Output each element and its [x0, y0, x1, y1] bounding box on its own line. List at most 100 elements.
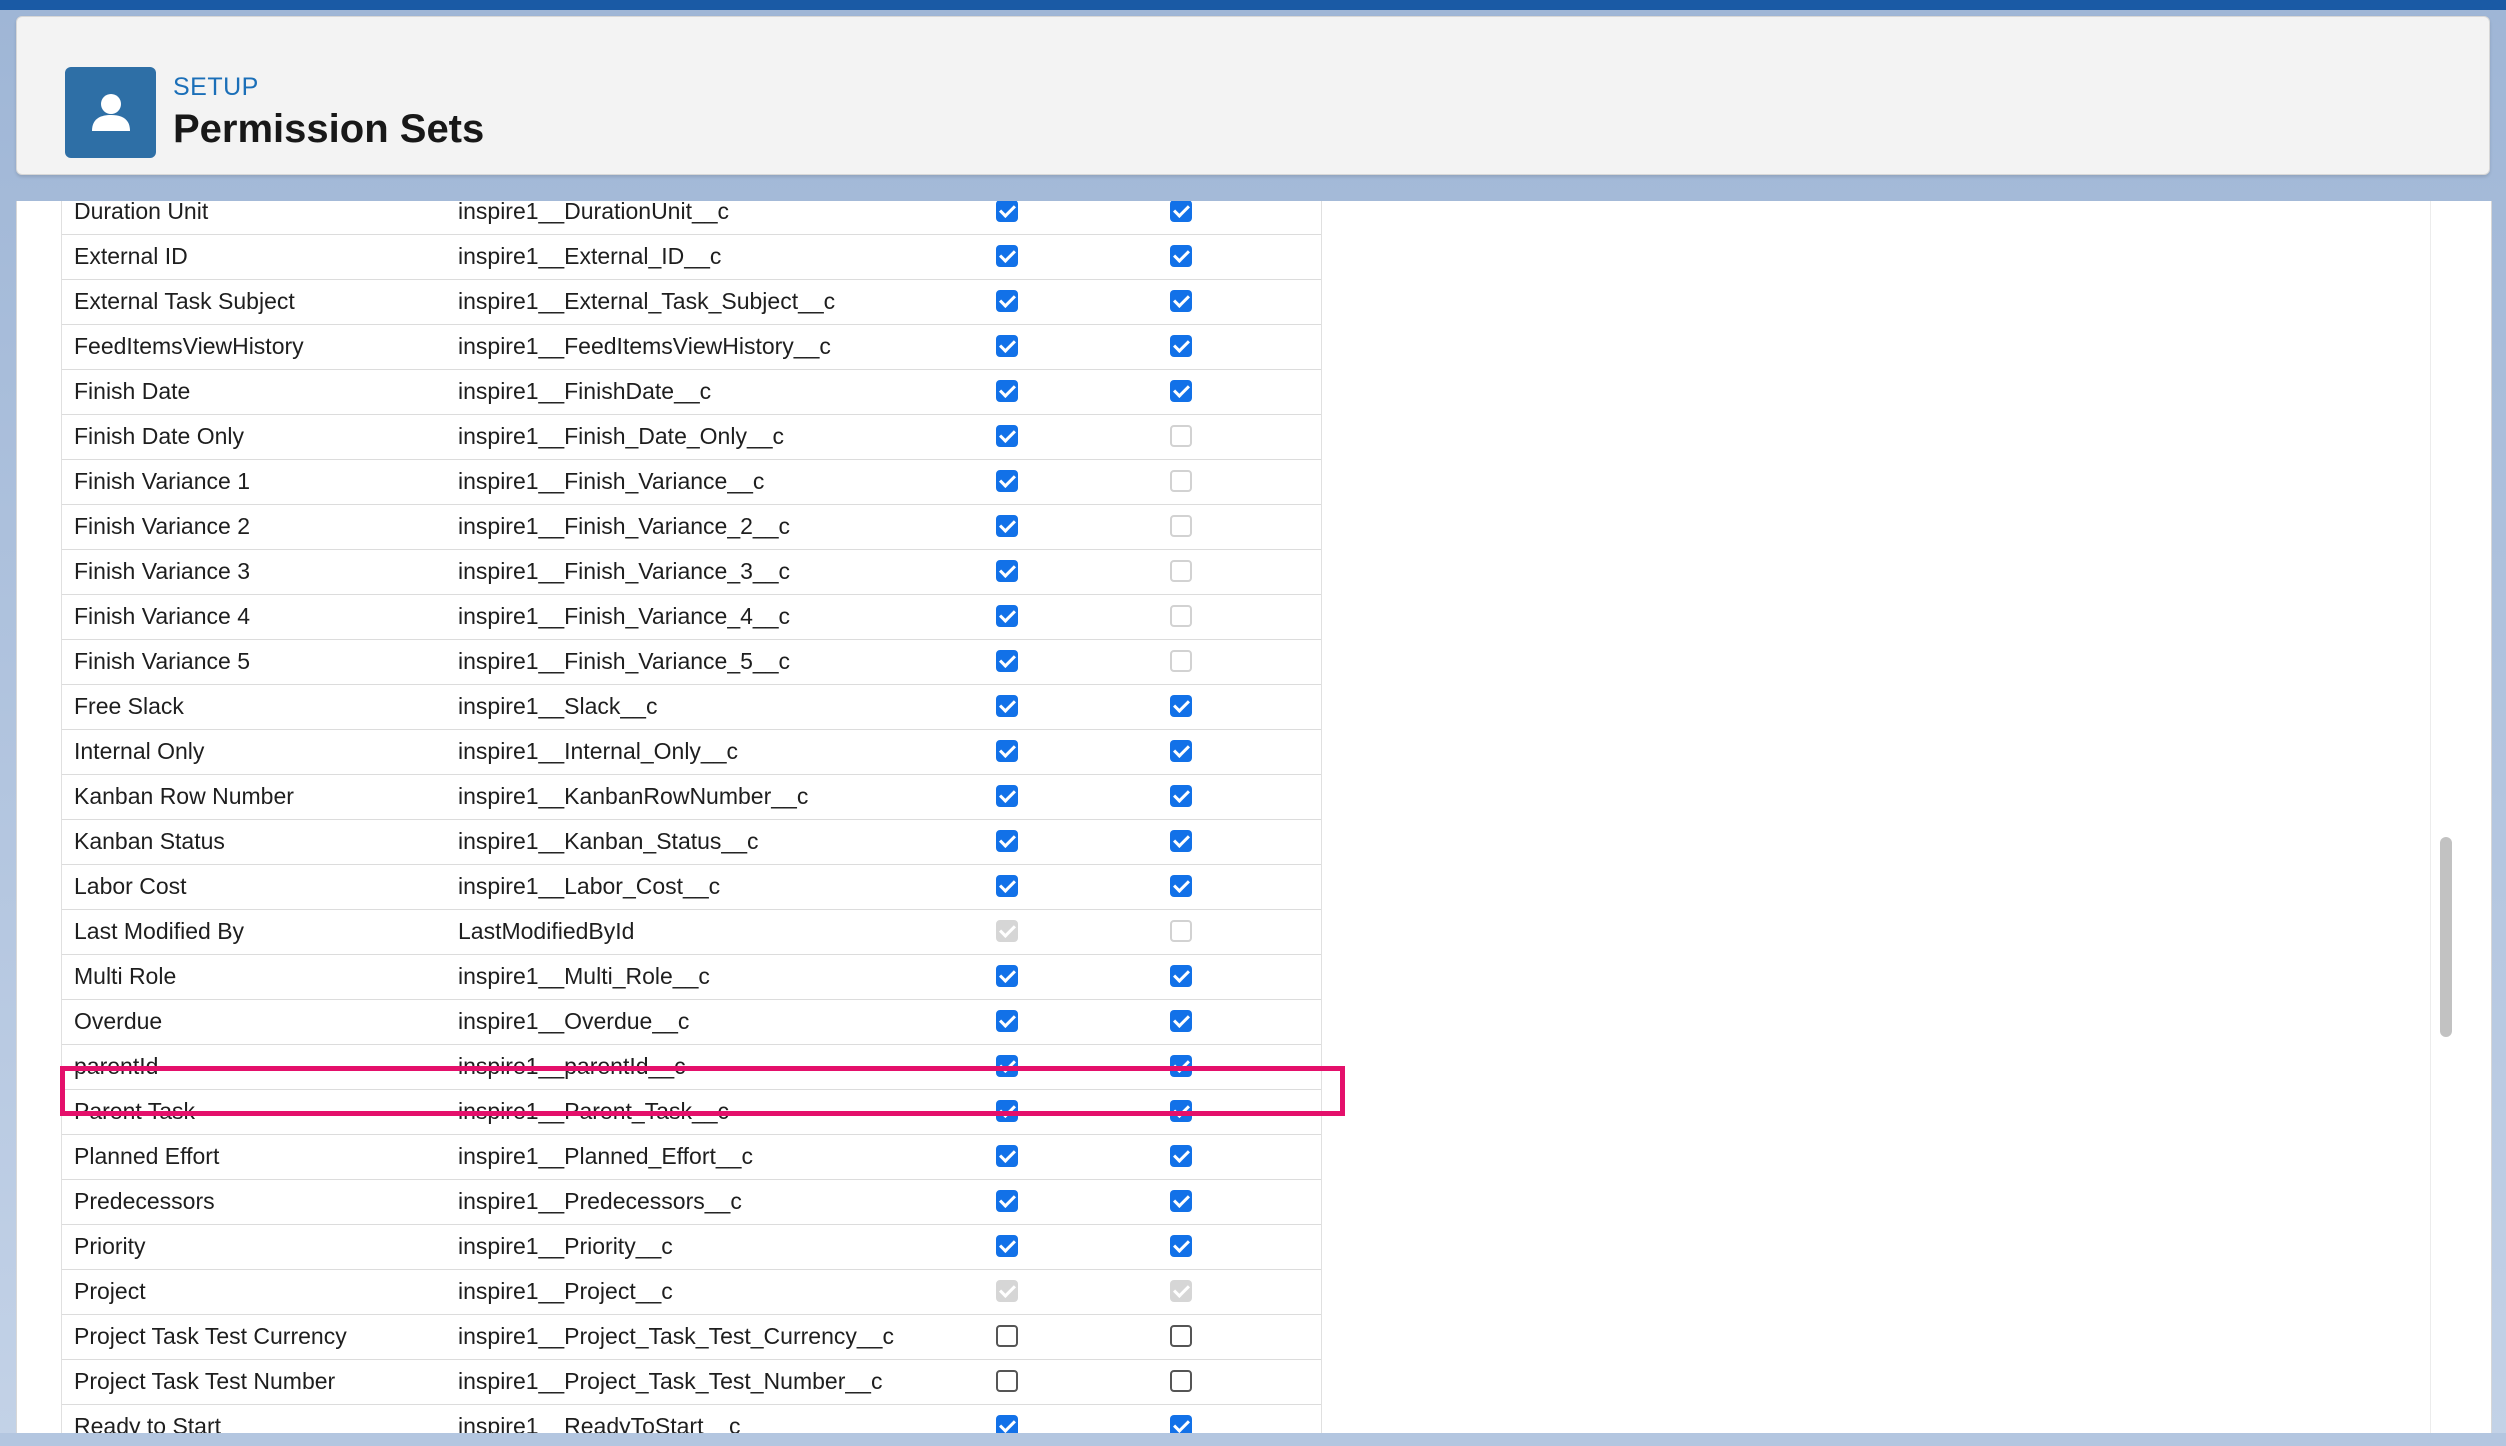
read-access-checkbox[interactable] — [996, 380, 1018, 402]
api-name: inspire1__Finish_Variance__c — [458, 468, 765, 494]
field-label: Overdue — [74, 1008, 163, 1034]
read-access-checkbox[interactable] — [996, 1145, 1018, 1167]
read-access-checkbox — [996, 920, 1018, 942]
edit-access-checkbox[interactable] — [1170, 1325, 1192, 1347]
table-row: Kanban Row Number inspire1__KanbanRowNumb… — [62, 775, 1321, 820]
read-access-checkbox[interactable] — [996, 335, 1018, 357]
read-access-checkbox[interactable] — [996, 1100, 1018, 1122]
table-row: Overdue inspire1__Overdue__c — [62, 1000, 1321, 1045]
field-label: Priority — [74, 1233, 146, 1259]
read-access-checkbox[interactable] — [996, 1055, 1018, 1077]
edit-access-checkbox[interactable] — [1170, 605, 1192, 627]
read-access-checkbox[interactable] — [996, 965, 1018, 987]
read-access-checkbox[interactable] — [996, 785, 1018, 807]
edit-access-checkbox[interactable] — [1170, 1370, 1192, 1392]
read-access-checkbox[interactable] — [996, 875, 1018, 897]
edit-access-checkbox[interactable] — [1170, 875, 1192, 897]
field-label: Labor Cost — [74, 873, 187, 899]
read-access-checkbox[interactable] — [996, 290, 1018, 312]
read-access-checkbox[interactable] — [996, 515, 1018, 537]
read-access-checkbox[interactable] — [996, 201, 1018, 222]
edit-access-checkbox[interactable] — [1170, 1415, 1192, 1433]
edit-access-checkbox[interactable] — [1170, 1190, 1192, 1212]
edit-access-checkbox[interactable] — [1170, 1235, 1192, 1257]
table-row: Internal Only inspire1__Internal_Only__c — [62, 730, 1321, 775]
api-name: inspire1__Planned_Effort__c — [458, 1143, 753, 1169]
field-label: Finish Variance 3 — [74, 558, 250, 584]
api-name: inspire1__Predecessors__c — [458, 1188, 742, 1214]
edit-access-checkbox[interactable] — [1170, 201, 1192, 222]
read-access-checkbox[interactable] — [996, 1370, 1018, 1392]
field-label: Project — [74, 1278, 146, 1304]
field-label: Finish Variance 1 — [74, 468, 250, 494]
api-name: inspire1__Priority__c — [458, 1233, 673, 1259]
table-row: Finish Variance 5 inspire1__Finish_Varian… — [62, 640, 1321, 685]
field-label: Last Modified By — [74, 918, 245, 944]
edit-access-checkbox[interactable] — [1170, 425, 1192, 447]
edit-access-checkbox[interactable] — [1170, 920, 1192, 942]
api-name: inspire1__Overdue__c — [458, 1008, 690, 1034]
edit-access-checkbox[interactable] — [1170, 335, 1192, 357]
edit-access-checkbox[interactable] — [1170, 380, 1192, 402]
read-access-checkbox[interactable] — [996, 830, 1018, 852]
table-row: Multi Role inspire1__Multi_Role__c — [62, 955, 1321, 1000]
edit-access-checkbox[interactable] — [1170, 965, 1192, 987]
table-row: External ID inspire1__External_ID__c — [62, 235, 1321, 280]
table-row: Ready to Start inspire1__ReadyToStart__c — [62, 1405, 1321, 1433]
field-label: Internal Only — [74, 738, 205, 764]
read-access-checkbox[interactable] — [996, 1325, 1018, 1347]
table-row: FeedItemsViewHistory inspire1__FeedItemsV… — [62, 325, 1321, 370]
edit-access-checkbox[interactable] — [1170, 290, 1192, 312]
table-row: Predecessors inspire1__Predecessors__c — [62, 1180, 1321, 1225]
table-row: Labor Cost inspire1__Labor_Cost__c — [62, 865, 1321, 910]
api-name: inspire1__Finish_Variance_3__c — [458, 558, 791, 584]
edit-access-checkbox[interactable] — [1170, 785, 1192, 807]
api-name: inspire1__Finish_Variance_5__c — [458, 648, 791, 674]
api-name: inspire1__DurationUnit__c — [458, 201, 730, 224]
field-label: Planned Effort — [74, 1143, 220, 1169]
field-label: Finish Date — [74, 378, 191, 404]
edit-access-checkbox[interactable] — [1170, 650, 1192, 672]
read-access-checkbox[interactable] — [996, 1235, 1018, 1257]
edit-access-checkbox[interactable] — [1170, 560, 1192, 582]
setup-label[interactable]: SETUP — [173, 73, 259, 102]
edit-access-checkbox[interactable] — [1170, 830, 1192, 852]
api-name: inspire1__Project_Task_Test_Number__c — [458, 1368, 883, 1394]
api-name: inspire1__Internal_Only__c — [458, 738, 739, 764]
api-name: inspire1__ReadyToStart__c — [458, 1413, 741, 1433]
table-row: Duration Unit inspire1__DurationUnit__c — [62, 201, 1321, 235]
read-access-checkbox[interactable] — [996, 245, 1018, 267]
field-label: Ready to Start — [74, 1413, 222, 1433]
read-access-checkbox[interactable] — [996, 470, 1018, 492]
scroll-thumb[interactable] — [2440, 837, 2452, 1037]
api-name: inspire1__Kanban_Status__c — [458, 828, 759, 854]
edit-access-checkbox[interactable] — [1170, 470, 1192, 492]
page-header: SETUP Permission Sets — [16, 16, 2490, 175]
read-access-checkbox[interactable] — [996, 695, 1018, 717]
table-row: Last Modified By LastModifiedById — [62, 910, 1321, 955]
edit-access-checkbox[interactable] — [1170, 695, 1192, 717]
field-label: Predecessors — [74, 1188, 215, 1214]
read-access-checkbox[interactable] — [996, 740, 1018, 762]
edit-access-checkbox[interactable] — [1170, 1145, 1192, 1167]
vertical-scrollbar[interactable] — [2430, 201, 2461, 1433]
read-access-checkbox[interactable] — [996, 1010, 1018, 1032]
read-access-checkbox[interactable] — [996, 605, 1018, 627]
edit-access-checkbox[interactable] — [1170, 1010, 1192, 1032]
read-access-checkbox[interactable] — [996, 1190, 1018, 1212]
table-row: Parent Task inspire1__Parent_Task__c — [62, 1090, 1321, 1135]
edit-access-checkbox[interactable] — [1170, 245, 1192, 267]
edit-access-checkbox[interactable] — [1170, 1055, 1192, 1077]
table-row: Kanban Status inspire1__Kanban_Status__c — [62, 820, 1321, 865]
read-access-checkbox[interactable] — [996, 1415, 1018, 1433]
edit-access-checkbox[interactable] — [1170, 515, 1192, 537]
read-access-checkbox[interactable] — [996, 425, 1018, 447]
api-name: inspire1__Finish_Variance_4__c — [458, 603, 791, 629]
api-name: inspire1__FinishDate__c — [458, 378, 712, 404]
edit-access-checkbox[interactable] — [1170, 740, 1192, 762]
field-label: Duration Unit — [74, 201, 209, 224]
read-access-checkbox[interactable] — [996, 650, 1018, 672]
edit-access-checkbox[interactable] — [1170, 1100, 1192, 1122]
read-access-checkbox[interactable] — [996, 560, 1018, 582]
page-title: Permission Sets — [173, 107, 485, 151]
